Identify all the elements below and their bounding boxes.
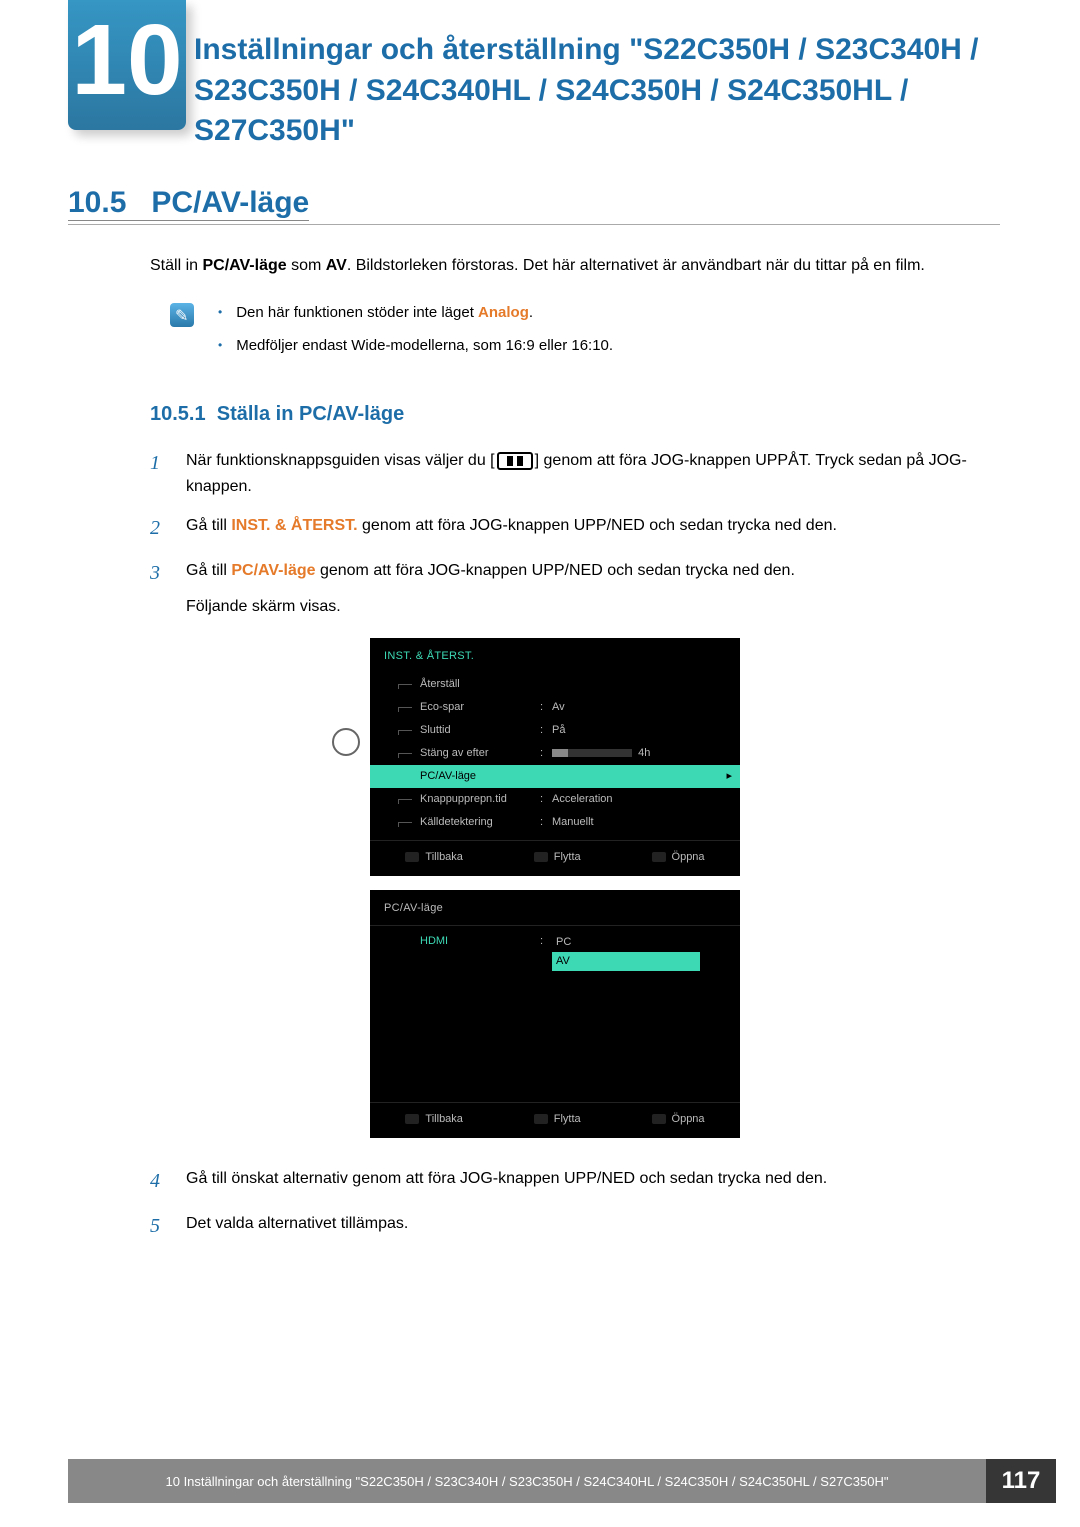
bullet-dot: • <box>218 301 222 324</box>
subsection-number: 10.5.1 <box>150 403 206 425</box>
osd-row: Knappupprepn.tid:Acceleration <box>370 788 740 811</box>
step-number: 3 <box>150 558 168 619</box>
step-followup: Följande skärm visas. <box>186 594 1000 620</box>
osd-row: Sluttid:På <box>370 719 740 742</box>
osd-row-selected: PC/AV-läge▸ <box>370 765 740 788</box>
osd-title: INST. & ÅTERST. <box>370 638 740 673</box>
osd-row: HDMI : PC AV <box>370 930 740 974</box>
term-av: AV <box>326 257 347 274</box>
step-item: 3 Gå till PC/AV-läge genom att föra JOG-… <box>150 558 1000 619</box>
note-list: • Den här funktionen stöder inte läget A… <box>218 301 613 368</box>
osd-row: Återställ <box>370 673 740 696</box>
osd-option: PC <box>552 933 700 952</box>
osd-title: PC/AV-läge <box>370 890 740 926</box>
step-number: 4 <box>150 1166 168 1197</box>
menu-button-icon <box>497 452 533 470</box>
osd-nav-back: Tillbaka <box>405 1111 463 1128</box>
footer-page-number: 117 <box>986 1459 1056 1503</box>
section-number: 10.5 <box>68 186 126 219</box>
note-item: Den här funktionen stöder inte läget Ana… <box>236 301 533 324</box>
term-pcav: PC/AV-läge <box>202 257 286 274</box>
chevron-right-icon: ▸ <box>726 768 732 785</box>
osd-menu-inst-aterst: INST. & ÅTERST. Återställ Eco-spar:Av Sl… <box>370 638 740 876</box>
osd-progress-bar <box>552 749 632 757</box>
bullet-dot: • <box>218 334 222 357</box>
step-body: Gå till önskat alternativ genom att föra… <box>186 1166 1000 1197</box>
step-item: 2 Gå till INST. & ÅTERST. genom att föra… <box>150 513 1000 544</box>
section-title: PC/AV-läge <box>151 186 309 219</box>
chapter-number-badge: 10 <box>68 0 186 130</box>
osd-nav-move: Flytta <box>534 849 581 866</box>
section-heading-rule <box>68 224 1000 225</box>
osd-input-label: HDMI <box>420 933 540 971</box>
step-number: 2 <box>150 513 168 544</box>
osd-nav-back: Tillbaka <box>405 849 463 866</box>
step-item: 4 Gå till önskat alternativ genom att fö… <box>150 1166 1000 1197</box>
osd-option-selected: AV <box>552 952 700 971</box>
step-number: 1 <box>150 448 168 499</box>
gear-icon <box>332 728 360 756</box>
step-body: När funktionsknappsguiden visas väljer d… <box>186 448 1000 499</box>
osd-row: Källdetektering:Manuellt <box>370 811 740 834</box>
osd-nav-move: Flytta <box>534 1111 581 1128</box>
step-item: 1 När funktionsknappsguiden visas väljer… <box>150 448 1000 499</box>
osd-nav-bar: Tillbaka Flytta Öppna <box>370 840 740 870</box>
chapter-title: Inställningar och återställning "S22C350… <box>194 30 1020 152</box>
osd-nav-bar: Tillbaka Flytta Öppna <box>370 1102 740 1132</box>
osd-row: Stäng av efter: 4h <box>370 742 740 765</box>
subsection-title: Ställa in PC/AV-läge <box>217 403 404 425</box>
osd-row: Eco-spar:Av <box>370 696 740 719</box>
term-instaterst: INST. & ÅTERST. <box>231 517 357 534</box>
note-item: Medföljer endast Wide-modellerna, som 16… <box>236 334 613 357</box>
osd-menu-pcav: PC/AV-läge HDMI : PC AV Tillbaka Flytta … <box>370 890 740 1138</box>
term-pcavlage: PC/AV-läge <box>231 562 315 579</box>
subsection-heading: 10.5.1 Ställa in PC/AV-läge <box>150 399 1000 430</box>
step-body: Gå till INST. & ÅTERST. genom att föra J… <box>186 513 1000 544</box>
intro-paragraph: Ställ in PC/AV-läge som AV. Bildstorleke… <box>150 254 1000 279</box>
step-body: Gå till PC/AV-läge genom att föra JOG-kn… <box>186 558 1000 619</box>
page-footer: 10 Inställningar och återställning "S22C… <box>68 1459 1056 1503</box>
osd-nav-open: Öppna <box>652 849 705 866</box>
step-item: 5 Det valda alternativet tillämpas. <box>150 1211 1000 1242</box>
step-number: 5 <box>150 1211 168 1242</box>
osd-nav-open: Öppna <box>652 1111 705 1128</box>
step-body: Det valda alternativet tillämpas. <box>186 1211 1000 1242</box>
section-heading: 10.5 PC/AV-läge <box>68 186 309 221</box>
note-icon <box>170 303 194 327</box>
footer-text: 10 Inställningar och återställning "S22C… <box>68 1474 986 1489</box>
term-analog: Analog <box>478 304 529 321</box>
